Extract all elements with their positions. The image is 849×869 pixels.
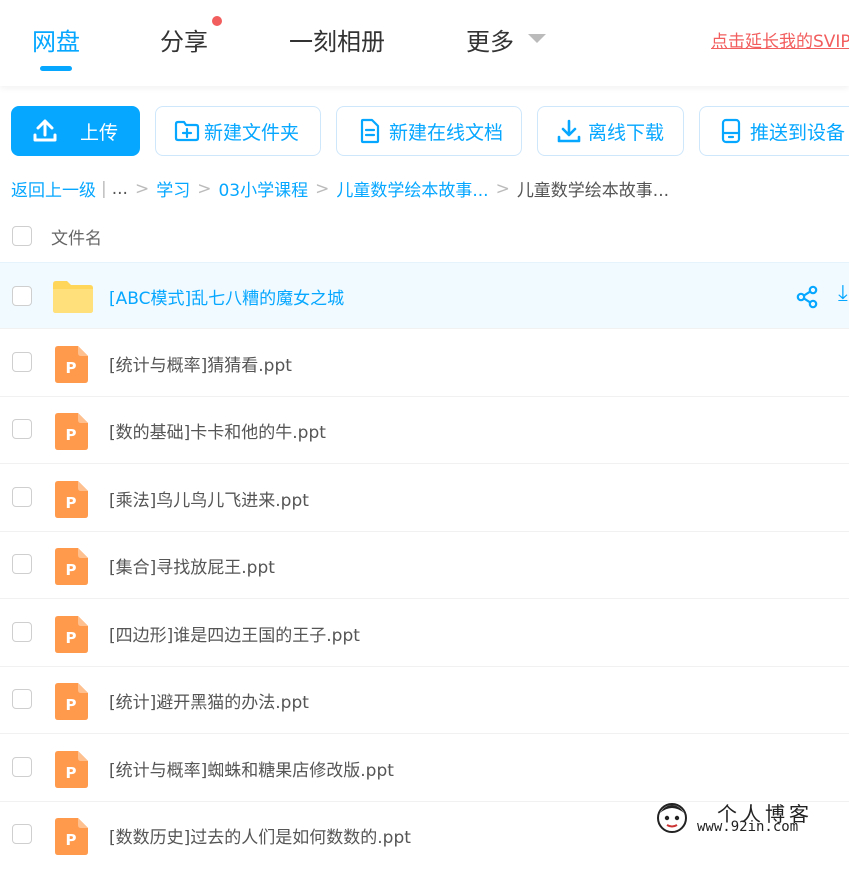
ppt-file-icon: P [55,548,88,585]
svg-text:P: P [66,359,77,377]
file-name[interactable]: [统计与概率]蜘蛛和糖果店修改版.ppt [109,756,394,781]
ppt-file-icon: P [55,751,88,788]
breadcrumb-divider: | [101,178,107,199]
new-online-doc-button[interactable]: 新建在线文档 [336,106,522,156]
ppt-file-icon: P [55,346,88,383]
row-checkbox[interactable] [12,352,32,372]
tab-album[interactable]: 一刻相册 [289,22,385,57]
breadcrumb-ellipsis[interactable]: ... [112,179,128,199]
svg-text:P: P [66,561,77,579]
breadcrumb-item[interactable]: 学习 [156,176,190,201]
offline-download-button[interactable]: 离线下载 [537,106,684,156]
offline-download-label: 离线下载 [588,121,665,144]
svg-text:P: P [66,629,77,647]
breadcrumb-separator: > [134,178,150,199]
mascot-icon [657,803,687,833]
push-to-device-label: 推送到设备 [750,121,846,144]
breadcrumb-separator: > [197,178,212,199]
upload-button[interactable]: 上传 [11,106,140,156]
file-name[interactable]: [数的基础]卡卡和他的牛.ppt [109,418,326,443]
chevron-down-icon[interactable] [528,34,546,43]
top-nav: 网盘 分享 一刻相册 更多 点击延长我的SVIP [0,0,849,86]
row-checkbox[interactable] [12,419,32,439]
tab-share[interactable]: 分享 [160,22,208,57]
tab-netdisk[interactable]: 网盘 [32,22,80,57]
new-folder-button[interactable]: 新建文件夹 [155,106,321,156]
svg-text:P: P [66,696,77,714]
document-icon [360,118,380,144]
breadcrumb: 返回上一级 | ... > 学习 > 03小学课程 > 儿童数学绘本故事... … [11,176,670,202]
tab-more[interactable]: 更多 [466,22,514,57]
ppt-file-icon: P [55,616,88,653]
list-item[interactable]: P [数的基础]卡卡和他的牛.ppt [0,397,849,464]
ppt-file-icon: P [55,683,88,720]
share-icon[interactable] [795,285,819,309]
svg-text:P: P [66,426,77,444]
row-checkbox[interactable] [12,554,32,574]
upload-icon [33,119,57,142]
push-to-device-button[interactable]: 推送到设备 [699,106,849,156]
row-checkbox[interactable] [12,824,32,844]
breadcrumb-item[interactable]: 儿童数学绘本故事... [336,176,488,201]
ppt-file-icon: P [55,818,88,855]
select-all-checkbox[interactable] [12,226,32,246]
new-online-doc-label: 新建在线文档 [389,121,504,144]
svg-text:P: P [66,764,77,782]
ppt-file-icon: P [55,481,88,518]
active-tab-indicator [40,66,72,71]
svip-promo-link[interactable]: 点击延长我的SVIP [711,27,849,52]
svg-text:P: P [66,494,77,512]
breadcrumb-item[interactable]: 03小学课程 [218,176,308,201]
row-checkbox[interactable] [12,622,32,642]
file-name[interactable]: [乘法]鸟儿鸟儿飞进来.ppt [109,486,309,511]
ppt-file-icon: P [55,413,88,450]
list-item[interactable]: P [集合]寻找放屁王.ppt [0,532,849,599]
upload-label: 上传 [80,121,119,144]
file-name[interactable]: [ABC模式]乱七八糟的魔女之城 [109,284,344,309]
folder-icon [53,281,93,313]
new-folder-label: 新建文件夹 [204,121,300,144]
list-item[interactable]: P [四边形]谁是四边王国的王子.ppt [0,600,849,667]
row-checkbox[interactable] [12,487,32,507]
file-name[interactable]: [统计与概率]猜猜看.ppt [109,351,292,376]
download-icon [557,119,581,143]
device-icon [721,118,741,144]
row-checkbox[interactable] [12,286,32,306]
breadcrumb-current: 儿童数学绘本故事... [516,181,670,201]
back-link[interactable]: 返回上一级 [11,176,96,201]
list-item[interactable]: P [统计与概率]蜘蛛和糖果店修改版.ppt [0,735,849,802]
svg-text:P: P [66,831,77,849]
new-folder-icon [174,120,200,142]
row-checkbox[interactable] [12,689,32,709]
blog-watermark: 个人博客 www.92in.com [655,798,849,838]
file-name[interactable]: [四边形]谁是四边王国的王子.ppt [109,621,360,646]
file-name[interactable]: [统计]避开黑猫的办法.ppt [109,688,309,713]
list-item[interactable]: P [乘法]鸟儿鸟儿飞进来.ppt [0,465,849,532]
row-checkbox[interactable] [12,757,32,777]
list-item[interactable]: P [统计]避开黑猫的办法.ppt [0,667,849,734]
list-item[interactable]: [ABC模式]乱七八糟的魔女之城 ⤓ [0,262,849,329]
column-header-filename: 文件名 [51,229,102,249]
breadcrumb-separator: > [315,178,330,199]
file-name[interactable]: [集合]寻找放屁王.ppt [109,553,275,578]
list-item[interactable]: P [统计与概率]猜猜看.ppt [0,330,849,397]
watermark-url: www.92in.com [697,819,799,835]
download-icon[interactable]: ⤓ [838,281,848,306]
breadcrumb-separator: > [495,178,510,199]
share-badge-dot [212,16,222,26]
file-name[interactable]: [数数历史]过去的人们是如何数数的.ppt [109,823,411,848]
